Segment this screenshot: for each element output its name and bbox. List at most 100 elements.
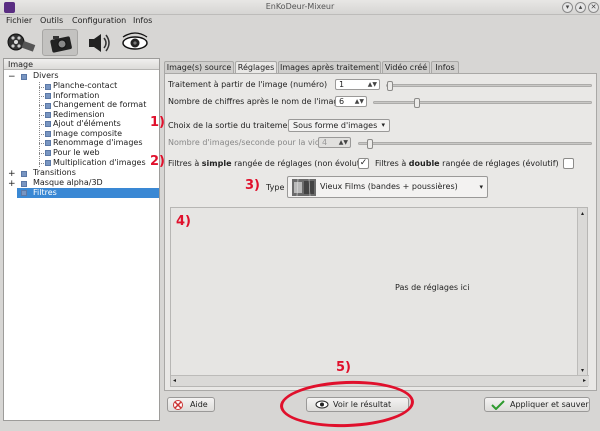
type-combobox[interactable]: Vieux Films (bandes + poussières) ▾ [287, 176, 488, 198]
traitement-label: Traitement à partir de l'image (numéro) [168, 80, 328, 89]
double-bold: double [408, 159, 440, 168]
minimize-icon[interactable]: ▾ [562, 2, 573, 13]
speaker-button[interactable] [80, 29, 116, 56]
traitement-spinbox[interactable]: 1 ▲▼ [335, 79, 380, 90]
eye-button[interactable] [118, 29, 154, 56]
window-title: EnKoDeur-Mixeur [265, 2, 335, 11]
chiffres-label: Nombre de chiffres après le nom de l'ima… [168, 97, 344, 106]
scroll-right-icon[interactable]: ▸ [583, 377, 586, 384]
tab-images-apres-traitement[interactable]: Images après traitement [278, 61, 381, 73]
spin-arrows-icon[interactable]: ▲▼ [355, 97, 364, 106]
appliquer-sauver-label: Appliquer et sauver [510, 400, 589, 409]
slider-handle[interactable] [367, 139, 373, 149]
item-icon [45, 160, 51, 166]
tree-item[interactable]: Multiplication d'images [53, 158, 146, 168]
tree-node-filtres-selected[interactable]: Filtres [17, 188, 159, 198]
scroll-left-icon[interactable]: ◂ [173, 377, 176, 384]
maximize-icon[interactable]: ▴ [575, 2, 586, 13]
tab-video-cree[interactable]: Vidéo créé [382, 61, 430, 73]
item-icon [45, 150, 51, 156]
tree-item[interactable]: Ajout d'éléments [53, 119, 121, 129]
film-reel-icon [7, 33, 36, 52]
tree-header: Image [4, 59, 159, 70]
traitement-value: 1 [339, 80, 345, 89]
tree-node-masque[interactable]: Masque alpha/3D [33, 178, 103, 188]
sortie-label: Choix de la sortie du traitement [168, 121, 296, 130]
annotation-4: 4) [176, 214, 191, 229]
appliquer-sauver-button[interactable]: Appliquer et sauver [484, 397, 590, 412]
tab-infos[interactable]: Infos [431, 61, 459, 73]
spin-arrows-icon[interactable]: ▲▼ [339, 138, 348, 147]
chevron-down-icon: ▾ [479, 183, 483, 191]
double-suffix: rangée de réglages (évolutif) [439, 159, 559, 168]
spin-arrows-icon[interactable]: ▲▼ [368, 80, 377, 89]
slider-handle[interactable] [414, 98, 420, 108]
item-icon [45, 112, 51, 118]
tree-node-transitions[interactable]: Transitions [33, 168, 76, 178]
chiffres-spinbox[interactable]: 6 ▲▼ [335, 96, 367, 107]
fps-label: Nombre d'images/seconde pour la vidéo [168, 138, 330, 147]
checkmark-icon [491, 400, 505, 410]
folder-icon [21, 181, 27, 187]
menu-infos[interactable]: Infos [133, 16, 152, 25]
tree-item[interactable]: Planche-contact [53, 81, 117, 91]
filter-settings-area: ▴ ▾ ◂ ▸ [170, 207, 589, 387]
fps-value: 4 [322, 138, 328, 147]
speaker-icon [89, 34, 110, 52]
double-filter-checkbox[interactable] [563, 158, 574, 169]
double-prefix: Filtres à [375, 159, 409, 168]
simple-suffix: rangée de réglages (non évolutif) [231, 159, 369, 168]
menu-bar: Fichier Outils Configuration Infos [0, 15, 600, 28]
collapse-icon[interactable]: − [8, 72, 16, 82]
tree-node-divers[interactable]: Divers [33, 71, 59, 81]
simple-filter-checkbox[interactable]: ✓ [358, 158, 369, 169]
simple-bold: simple [201, 159, 232, 168]
aide-button[interactable]: Aide [167, 397, 215, 412]
chevron-down-icon: ▾ [381, 121, 385, 129]
scroll-up-icon[interactable]: ▴ [579, 210, 586, 217]
chiffres-value: 6 [339, 97, 345, 106]
fps-slider[interactable] [358, 139, 592, 149]
tree-item[interactable]: Renommage d'images [53, 138, 142, 148]
film-reel-button[interactable] [4, 29, 40, 56]
item-icon [45, 121, 51, 127]
tree-item[interactable]: Changement de format [53, 100, 146, 110]
sortie-combobox[interactable]: Sous forme d'images ▾ [288, 119, 390, 132]
camera-icon [50, 36, 72, 53]
folder-icon [21, 190, 27, 196]
menu-configuration[interactable]: Configuration [72, 16, 126, 25]
tree-item[interactable]: Pour le web [53, 148, 100, 158]
menu-fichier[interactable]: Fichier [6, 16, 32, 25]
folder-icon [21, 74, 27, 80]
item-icon [45, 103, 51, 109]
film-thumbnail-icon [292, 179, 316, 196]
item-icon [45, 131, 51, 137]
item-icon [45, 93, 51, 99]
annotation-2: 2) [150, 154, 165, 169]
scroll-down-icon[interactable]: ▾ [579, 367, 586, 374]
help-icon [173, 400, 183, 410]
sortie-value: Sous forme d'images [293, 121, 378, 130]
toolbar [2, 29, 598, 57]
expand-icon[interactable]: + [8, 179, 16, 189]
title-bar: EnKoDeur-Mixeur ▾ ▴ ✕ [0, 0, 600, 15]
camera-button[interactable] [42, 29, 78, 56]
expand-icon[interactable]: + [8, 169, 16, 179]
tab-image-source[interactable]: Image(s) source [164, 61, 234, 73]
simple-prefix: Filtres à [168, 159, 202, 168]
close-icon[interactable]: ✕ [588, 2, 599, 13]
no-settings-text: Pas de réglages ici [395, 283, 470, 292]
simple-filter-label: Filtres à simple rangée de réglages (non… [168, 159, 368, 168]
folder-icon [21, 171, 27, 177]
item-icon [45, 84, 51, 90]
annotation-5: 5) [336, 360, 351, 375]
menu-outils[interactable]: Outils [40, 16, 63, 25]
vertical-scrollbar[interactable]: ▴ ▾ [577, 208, 587, 376]
fps-spinbox[interactable]: 4 ▲▼ [318, 137, 351, 148]
chiffres-slider[interactable] [373, 98, 592, 108]
traitement-slider[interactable] [386, 81, 592, 91]
eye-icon [122, 32, 148, 50]
annotation-3: 3) [245, 178, 260, 193]
slider-handle[interactable] [387, 81, 393, 91]
annotation-1: 1) [150, 115, 165, 130]
